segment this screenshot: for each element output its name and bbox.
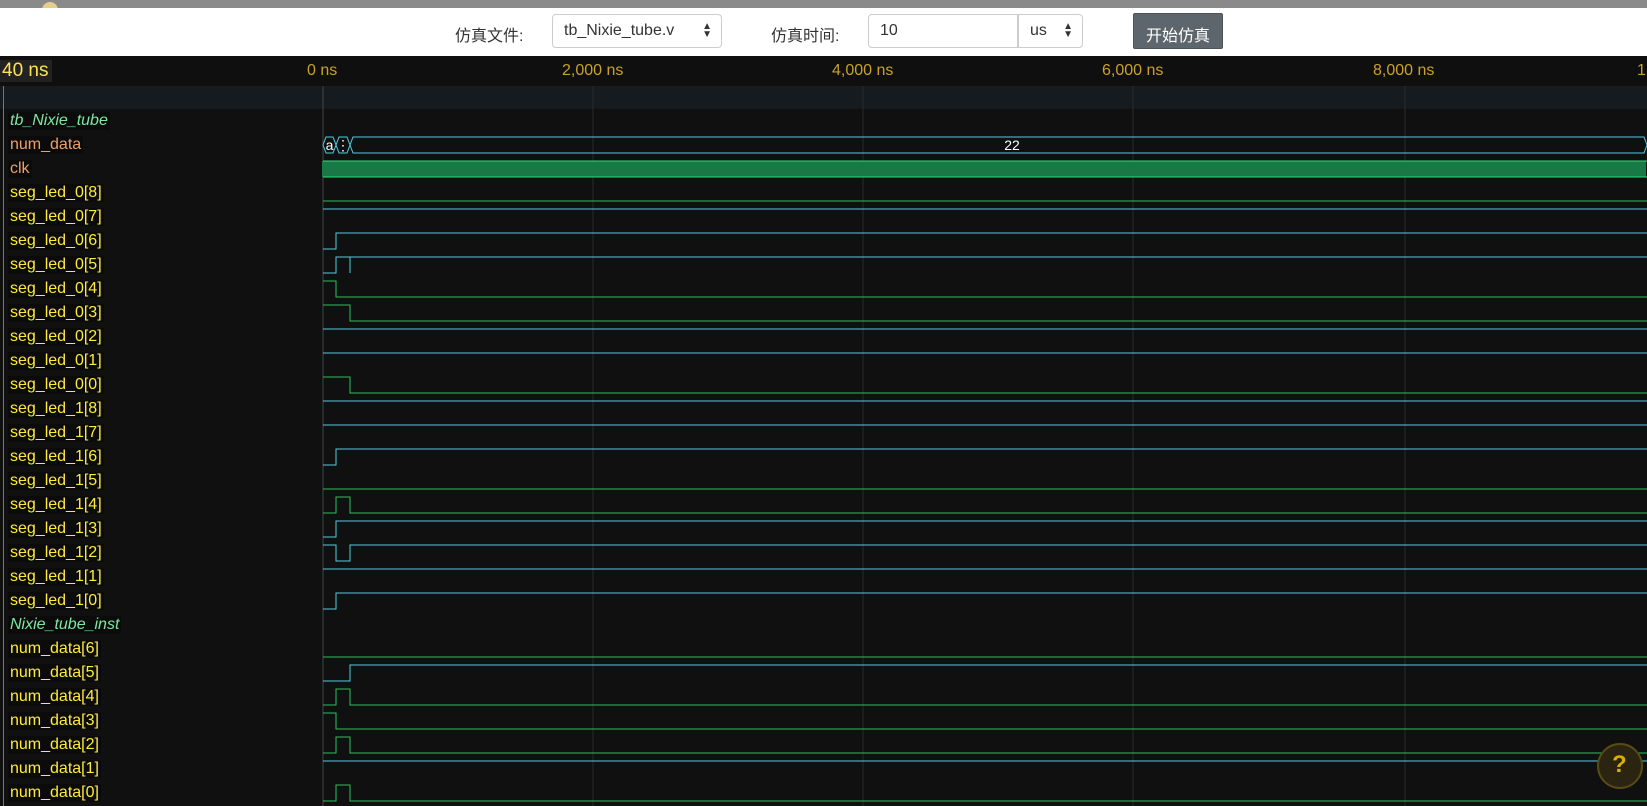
bit-wave xyxy=(323,520,1647,538)
bit-wave xyxy=(323,304,1647,322)
scope-label[interactable]: tb_Nixie_tube xyxy=(8,112,110,130)
bit-wave xyxy=(323,496,1647,514)
signal-label[interactable]: seg_led_1[6] xyxy=(8,448,104,466)
signal-label[interactable]: seg_led_0[2] xyxy=(8,328,104,346)
bit-wave xyxy=(323,736,1647,754)
signal-label[interactable]: seg_led_1[4] xyxy=(8,496,104,514)
signal-label[interactable]: num_data[5] xyxy=(8,664,101,682)
signal-label[interactable]: seg_led_1[1] xyxy=(8,568,104,586)
signal-name-list: tb_Nixie_tube num_dataclk seg_led_0[8] seg_… xyxy=(0,86,322,806)
help-button[interactable]: ? xyxy=(1597,743,1643,789)
signal-label[interactable]: seg_led_0[1] xyxy=(8,352,104,370)
scope-label[interactable]: Nixie_tube_inst xyxy=(8,616,122,634)
clock-wave xyxy=(322,161,1646,177)
signal-label[interactable]: seg_led_1[7] xyxy=(8,424,104,442)
signal-label[interactable]: seg_led_0[3] xyxy=(8,304,104,322)
bit-wave xyxy=(323,784,1647,802)
signal-label[interactable]: seg_led_1[8] xyxy=(8,400,104,418)
bit-wave xyxy=(323,280,1647,298)
signal-label[interactable]: seg_led_0[0] xyxy=(8,376,104,394)
bit-wave xyxy=(323,256,1647,274)
signal-label[interactable]: num_data[3] xyxy=(8,712,101,730)
bit-wave xyxy=(323,376,1647,394)
signal-label[interactable]: seg_led_1[2] xyxy=(8,544,104,562)
signal-label[interactable]: num_data[6] xyxy=(8,640,101,658)
bus-segment xyxy=(349,136,1647,154)
signal-label[interactable]: seg_led_0[8] xyxy=(8,184,104,202)
signal-label[interactable]: seg_led_1[3] xyxy=(8,520,104,538)
signal-label[interactable]: seg_led_0[6] xyxy=(8,232,104,250)
bit-wave xyxy=(323,664,1647,682)
signal-label[interactable]: seg_led_1[0] xyxy=(8,592,104,610)
bit-wave xyxy=(323,544,1647,562)
signal-label[interactable]: num_data[0] xyxy=(8,784,101,802)
signal-label[interactable]: num_data[1] xyxy=(8,760,101,778)
bit-wave xyxy=(323,448,1647,466)
signal-label[interactable]: seg_led_0[5] xyxy=(8,256,104,274)
help-icon: ? xyxy=(1612,751,1627,778)
signal-label[interactable]: seg_led_0[4] xyxy=(8,280,104,298)
signal-label[interactable]: num_data xyxy=(8,136,84,154)
signal-label[interactable]: num_data[4] xyxy=(8,688,101,706)
signal-label[interactable]: num_data[2] xyxy=(8,736,101,754)
bus-value: ⋮ xyxy=(336,137,350,153)
bit-wave xyxy=(323,712,1647,730)
bus-value: 22 xyxy=(1004,137,1020,153)
bit-wave xyxy=(323,232,1647,250)
signal-label[interactable]: seg_led_0[7] xyxy=(8,208,104,226)
bus-value: a xyxy=(326,137,334,153)
bit-wave xyxy=(323,592,1647,610)
bit-wave xyxy=(323,688,1647,706)
signal-label[interactable]: seg_led_1[5] xyxy=(8,472,104,490)
signal-label[interactable]: clk xyxy=(8,160,32,178)
